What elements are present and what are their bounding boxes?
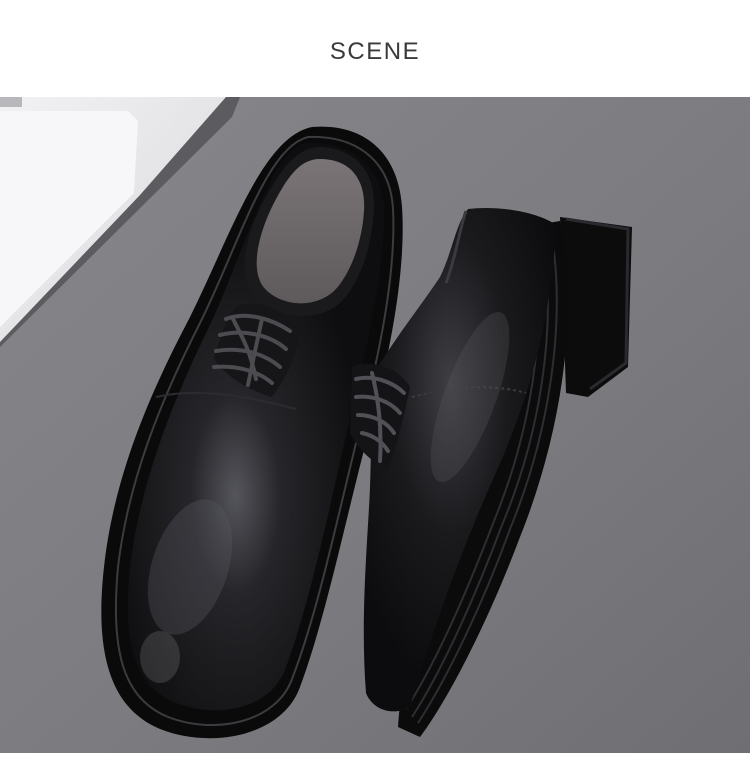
section-title: SCENE: [329, 38, 421, 65]
shoes-scene-image: [0, 97, 750, 753]
product-scene-photo: [0, 97, 750, 753]
